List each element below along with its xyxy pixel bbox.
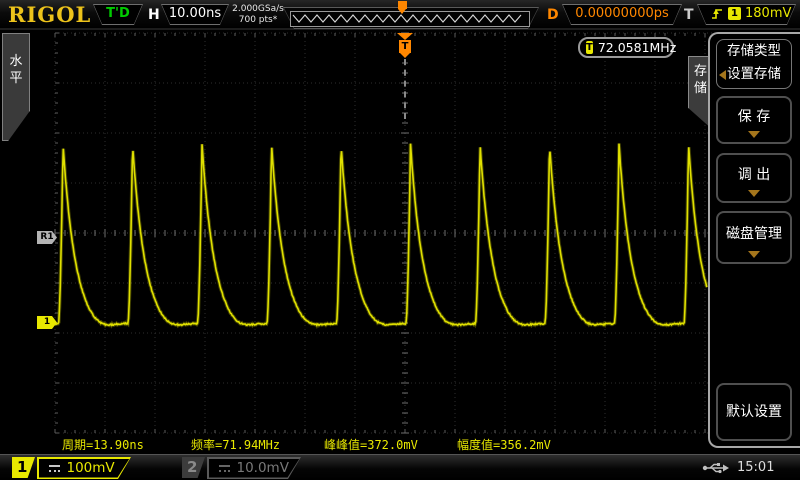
channel1-scale-box[interactable]: 100mV (37, 457, 131, 479)
trigger-level-value: 180mV (745, 4, 791, 23)
trigger-delay-field[interactable]: 0.00000000ps (562, 4, 682, 25)
menu-item-recall[interactable]: 调 出 (716, 153, 792, 203)
measurement-vpp: 峰峰值=372.0mV (324, 436, 418, 453)
measurement-readouts: 周期=13.90ns 频率=71.94MHz 峰峰值=372.0mV 幅度值=3… (0, 436, 708, 452)
counter-trigger-icon: T (586, 41, 593, 54)
clock: 15:01 (737, 460, 774, 475)
trigger-position-marker[interactable]: T (397, 33, 413, 58)
dc-coupling-icon (49, 465, 60, 472)
menu-item-storage-type[interactable]: 存储类型 设置存储 (716, 39, 792, 89)
menu-item-default-setup[interactable]: 默认设置 (716, 383, 792, 441)
more-options-icon (748, 251, 760, 258)
oscilloscope-screen: RIGOL T'D H 10.00ns 2.000GSa/s 700 pts* … (0, 0, 800, 480)
menu-item-save[interactable]: 保 存 (716, 96, 792, 144)
trigger-flag-icon (397, 33, 413, 40)
dc-coupling-icon (219, 465, 230, 472)
channel1-badge[interactable]: 1 (12, 457, 35, 478)
waveform-plot (0, 0, 800, 480)
channel2-badge[interactable]: 2 (182, 457, 205, 478)
frequency-counter: T 72.0581MHz (578, 37, 674, 58)
rising-edge-trigger-icon (711, 6, 724, 21)
menu-item-title: 存储类型 (717, 40, 791, 63)
more-options-icon (748, 190, 760, 197)
measurement-amplitude: 幅度值=356.2mV (457, 436, 551, 453)
menu-item-value: 设置存储 (727, 66, 781, 82)
trigger-source-badge: 1 (728, 7, 741, 20)
submenu-arrow-icon (719, 70, 726, 80)
channel-status-bar: 1 100mV 2 10.0mV (0, 454, 800, 480)
more-options-icon (748, 131, 760, 138)
measurement-period: 周期=13.90ns (62, 436, 144, 453)
memory-trigger-position-icon (398, 1, 407, 14)
measurement-frequency: 频率=71.94MHz (191, 436, 280, 453)
usb-icon (702, 461, 730, 475)
timebase-field[interactable]: 10.00ns (161, 4, 229, 25)
trigger-status-badge: T'D (93, 4, 143, 25)
menu-item-disk-manage[interactable]: 磁盘管理 (716, 211, 792, 264)
storage-menu-panel: 存储类型 设置存储 保 存 调 出 磁盘管理 默认设置 (708, 32, 800, 448)
channel2-scale-box[interactable]: 10.0mV (207, 457, 301, 479)
trigger-settings-field[interactable]: 1 180mV (697, 4, 796, 25)
